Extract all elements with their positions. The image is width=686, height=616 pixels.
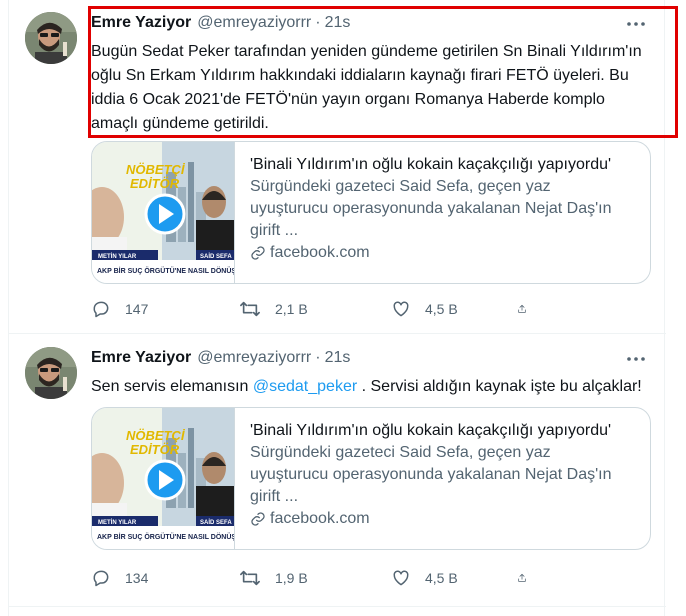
video-thumbnail[interactable]: NÖBETÇİ EDİTÖR METİN YILAR SAİD SEFA AKP… (92, 142, 235, 283)
reply-count: 147 (125, 301, 149, 317)
card-title: 'Binali Yıldırım'ın oğlu kokain kaçakçıl… (250, 156, 612, 173)
video-thumbnail[interactable]: NÖBETÇİ EDİTÖR METİN YILAR SAİD SEFA AKP… (92, 408, 235, 549)
card-body: 'Binali Yıldırım'ın oğlu kokain kaçakçıl… (250, 154, 642, 264)
thumb-caption: AKP BİR SUÇ ÖRGÜTÜ'NE NASIL DÖNÜŞTÜ (97, 266, 235, 275)
card-domain: facebook.com (250, 242, 642, 264)
thumb-brand-line-2: EDİTÖR (130, 442, 180, 457)
timestamp[interactable]: 21s (325, 349, 351, 367)
separator-dot: · (315, 349, 321, 366)
thumb-brand-line-2: EDİTÖR (130, 176, 180, 191)
reply-button[interactable]: 147 (91, 299, 239, 319)
tweet-header: Emre Yaziyor @emreyaziyorrr · 21s (91, 349, 350, 371)
more-icon[interactable] (624, 347, 648, 371)
card-domain-text: facebook.com (270, 510, 370, 527)
like-button[interactable]: 4,5 B (391, 568, 517, 588)
card-domain: facebook.com (250, 508, 642, 530)
mention-link[interactable]: @sedat_peker (253, 378, 357, 395)
timestamp[interactable]: 21s (325, 14, 351, 32)
play-icon[interactable] (144, 459, 186, 501)
thumb-caption: AKP BİR SUÇ ÖRGÜTÜ'NE NASIL DÖNÜŞTÜ (97, 532, 235, 541)
link-icon (251, 246, 265, 260)
tweet-header: Emre Yaziyor @emreyaziyorrr · 21s (91, 14, 350, 36)
tweet[interactable]: Emre Yaziyor @emreyaziyorrr · 21s Bugün … (9, 0, 678, 334)
share-button[interactable] (517, 299, 541, 319)
author-name[interactable]: Emre Yaziyor (91, 14, 191, 32)
tweet[interactable]: Emre Yaziyor @emreyaziyorrr · 21s Sen se… (9, 335, 666, 607)
thumb-label-left: METİN YILAR (98, 519, 137, 526)
author-name[interactable]: Emre Yaziyor (91, 349, 191, 367)
author-handle[interactable]: @emreyaziyorrr (197, 14, 311, 32)
retweet-button[interactable]: 2,1 B (239, 299, 391, 319)
share-button[interactable] (517, 568, 541, 588)
reply-icon (93, 570, 109, 587)
like-icon (393, 570, 409, 586)
link-card[interactable]: NÖBETÇİ EDİTÖR METİN YILAR SAİD SEFA AKP… (91, 141, 651, 284)
timeline-feed: Emre Yaziyor @emreyaziyorrr · 21s Bugün … (8, 0, 678, 616)
play-icon[interactable] (144, 193, 186, 235)
card-description: Sürgündeki gazeteci Said Sefa, geçen yaz… (250, 444, 612, 505)
like-button[interactable]: 4,5 B (391, 299, 517, 319)
thumb-label-right: SAİD SEFA (200, 253, 232, 260)
retweet-count: 2,1 B (275, 301, 308, 317)
thumb-brand-line-1: NÖBETÇİ (126, 162, 186, 177)
card-body: 'Binali Yıldırım'ın oğlu kokain kaçakçıl… (250, 420, 642, 530)
retweet-button[interactable]: 1,9 B (239, 568, 391, 588)
link-icon (251, 512, 265, 526)
more-icon[interactable] (624, 12, 648, 36)
tweet-text-before: Sen servis elemanısın (91, 378, 253, 395)
tweet-actions: 134 1,9 B 4,5 B (91, 566, 571, 590)
author-handle[interactable]: @emreyaziyorrr (197, 349, 311, 367)
separator-dot: · (315, 14, 321, 31)
retweet-icon (240, 570, 260, 586)
card-domain-text: facebook.com (270, 244, 370, 261)
reply-icon (93, 301, 109, 318)
thumb-label-left: METİN YILAR (98, 253, 137, 260)
like-count: 4,5 B (425, 570, 458, 586)
like-count: 4,5 B (425, 301, 458, 317)
card-description: Sürgündeki gazeteci Said Sefa, geçen yaz… (250, 178, 612, 239)
retweet-icon (240, 301, 260, 317)
tweet-actions: 147 2,1 B 4,5 B (91, 297, 571, 321)
share-icon (518, 304, 526, 313)
reply-button[interactable]: 134 (91, 568, 239, 588)
avatar[interactable] (25, 12, 77, 64)
thumb-label-right: SAİD SEFA (200, 519, 232, 526)
reply-count: 134 (125, 570, 149, 586)
tweet-text-after: . Servisi aldığın kaynak işte bu alçakla… (357, 378, 642, 395)
tweet-text: Bugün Sedat Peker tarafından yeniden gün… (91, 43, 642, 132)
retweet-count: 1,9 B (275, 570, 308, 586)
share-icon (518, 573, 526, 582)
thumb-brand-line-1: NÖBETÇİ (126, 428, 186, 443)
card-title: 'Binali Yıldırım'ın oğlu kokain kaçakçıl… (250, 422, 612, 439)
tweet-text: Sen servis elemanısın @sedat_peker . Ser… (91, 375, 651, 399)
link-card[interactable]: NÖBETÇİ EDİTÖR METİN YILAR SAİD SEFA AKP… (91, 407, 651, 550)
like-icon (393, 301, 409, 317)
avatar[interactable] (25, 347, 77, 399)
